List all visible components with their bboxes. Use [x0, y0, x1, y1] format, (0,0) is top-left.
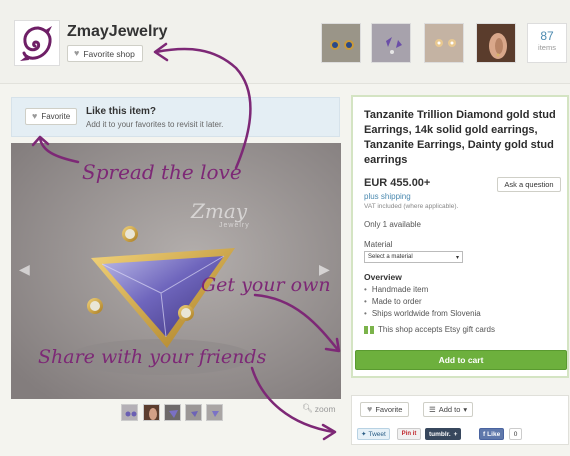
favorite-banner-title: Like this item? — [86, 106, 157, 117]
material-select[interactable]: Select a material ▾ — [364, 251, 463, 263]
favorite-shop-label: Favorite shop — [83, 48, 135, 59]
dropdown-arrow-icon: ▾ — [455, 254, 459, 261]
tumblr-label: tumblr. — [429, 430, 451, 438]
image-thumbnail[interactable] — [164, 404, 181, 421]
favorite-item-button[interactable]: ♥ Favorite — [25, 108, 78, 125]
annotation-get-your-own: Get your own — [201, 274, 331, 296]
vat-note: VAT included (where applicable). — [364, 203, 459, 210]
facebook-icon: f — [483, 430, 486, 438]
social-panel: ♥ Favorite ☰ Add to ▾ ✦ Tweet Pin it tum… — [351, 395, 569, 445]
list-icon: ☰ — [429, 405, 436, 414]
earring-thumbnail-image — [322, 24, 360, 62]
favorite-shop-button[interactable]: ♥ Favorite shop — [67, 45, 143, 62]
shop-item-thumbnail[interactable] — [371, 23, 411, 63]
overview-list: Handmade item Made to order Ships worldw… — [364, 284, 481, 320]
dragon-logo-icon — [15, 21, 59, 65]
magnifier-icon: 🔍︎ — [302, 403, 313, 413]
earring-thumbnail-image — [425, 24, 463, 62]
facebook-like-count: 0 — [509, 428, 522, 440]
overview-item: Handmade item — [364, 284, 481, 296]
shop-logo[interactable] — [14, 20, 60, 66]
tweet-label: Tweet — [368, 430, 386, 438]
favorite-banner-subtitle: Add it to your favorites to revisit it l… — [86, 120, 224, 129]
items-count-number: 87 — [540, 29, 554, 43]
heart-icon: ♥ — [74, 48, 80, 58]
heart-icon: ♥ — [367, 404, 373, 414]
heart-icon: ♥ — [32, 111, 38, 121]
tumblr-share-button[interactable]: tumblr. + — [425, 428, 462, 440]
shop-item-thumbnail[interactable] — [321, 23, 361, 63]
material-select-value: Select a material — [368, 254, 413, 260]
availability-text: Only 1 available — [364, 220, 421, 229]
image-watermark-sub: Jewelry — [219, 222, 250, 229]
add-to-list-button[interactable]: ☰ Add to ▾ — [423, 402, 474, 417]
listing-title: Tanzanite Trillion Diamond gold stud Ear… — [364, 109, 556, 166]
add-to-cart-button[interactable]: Add to cart — [355, 350, 567, 370]
ear-photo-thumbnail-image — [477, 24, 515, 62]
zoom-button[interactable]: 🔍︎ zoom — [302, 403, 336, 414]
shop-item-thumbnail[interactable] — [476, 23, 516, 63]
earring-thumbnail-image — [372, 24, 410, 62]
shop-item-thumbnail[interactable] — [424, 23, 464, 63]
tweet-button[interactable]: ✦ Tweet — [357, 428, 390, 440]
material-label: Material — [364, 240, 393, 249]
shop-header: ZmayJewelry ♥ Favorite shop 87 items — [0, 0, 570, 84]
listing-price: EUR 455.00+ — [364, 177, 431, 189]
thumbnail-photo — [165, 405, 180, 420]
add-to-label: Add to — [438, 405, 461, 414]
facebook-like-button[interactable]: f Like — [479, 428, 505, 440]
thumbnail-photo — [144, 405, 159, 420]
image-thumbnail[interactable] — [206, 404, 223, 421]
annotation-spread-the-love: Spread the love — [82, 160, 242, 184]
zoom-label: zoom — [314, 403, 336, 414]
image-thumbnail[interactable] — [185, 404, 202, 421]
thumbnail-photo — [207, 405, 222, 420]
pin-it-button[interactable]: Pin it — [397, 428, 421, 440]
twitter-bird-icon: ✦ — [361, 431, 367, 438]
thumbnail-photo — [186, 405, 201, 420]
favorite-label: Favorite — [375, 405, 403, 414]
buy-panel: Tanzanite Trillion Diamond gold stud Ear… — [351, 95, 569, 378]
shop-items-count[interactable]: 87 items — [527, 23, 567, 63]
gift-card-note: This shop accepts Etsy gift cards — [364, 325, 495, 334]
plus-icon: + — [453, 430, 458, 438]
favorite-banner: ♥ Favorite Like this item? Add it to you… — [11, 97, 340, 137]
facebook-like-label: Like — [487, 430, 501, 438]
favorite-item-button[interactable]: ♥ Favorite — [360, 402, 410, 417]
overview-heading: Overview — [364, 272, 402, 282]
overview-item: Made to order — [364, 296, 481, 308]
thumbnail-photo — [122, 405, 137, 420]
shop-name[interactable]: ZmayJewelry — [67, 23, 168, 41]
annotation-share-with-friends: Share with your friends — [38, 346, 267, 368]
image-thumbnail[interactable] — [121, 404, 138, 421]
ask-question-button[interactable]: Ask a question — [497, 177, 561, 192]
gift-card-icon — [364, 325, 374, 334]
previous-image-arrow-icon[interactable]: ◀ — [19, 261, 30, 278]
image-thumbnail[interactable] — [143, 404, 160, 421]
shipping-link[interactable]: plus shipping — [364, 192, 411, 201]
favorite-button-label: Favorite — [41, 112, 71, 121]
overview-item: Ships worldwide from Slovenia — [364, 308, 481, 320]
chevron-down-icon: ▾ — [463, 405, 468, 414]
arrowhead-icon — [321, 423, 337, 441]
gift-card-text: This shop accepts Etsy gift cards — [378, 325, 495, 334]
image-watermark: Zmay — [191, 199, 248, 223]
items-count-label: items — [538, 43, 556, 52]
